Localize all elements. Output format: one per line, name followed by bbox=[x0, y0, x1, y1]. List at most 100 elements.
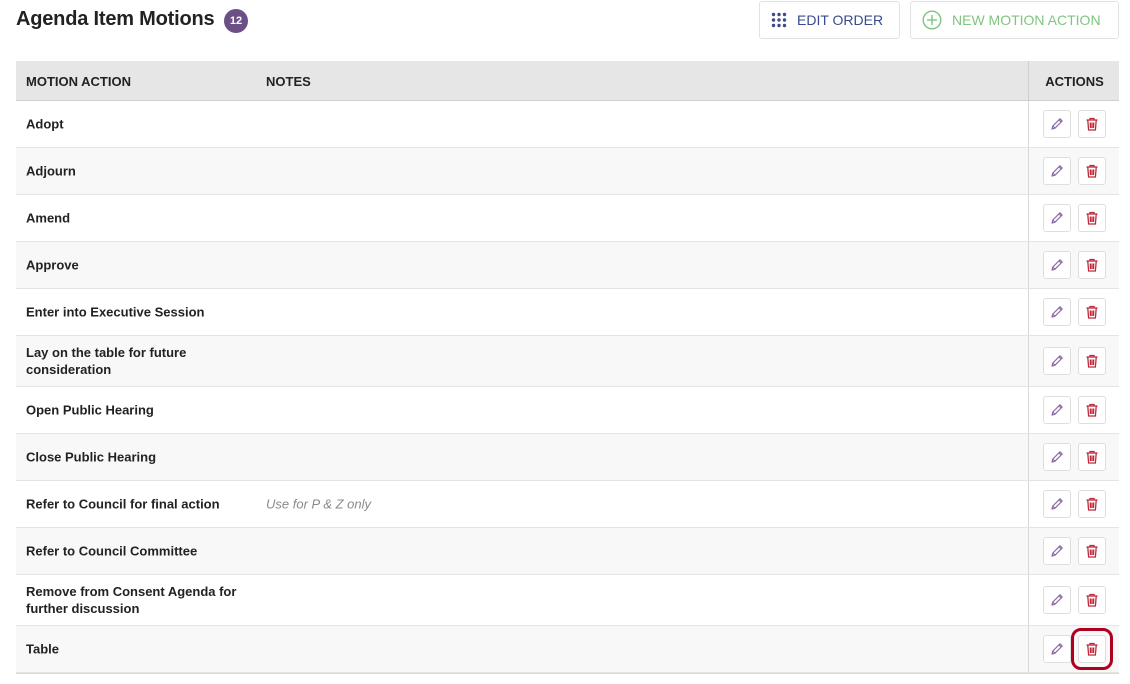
table-row: Lay on the table for future consideratio… bbox=[16, 336, 1119, 387]
motion-action-cell: Open Public Hearing bbox=[26, 402, 154, 418]
edit-button[interactable] bbox=[1043, 157, 1071, 185]
row-actions bbox=[1028, 528, 1120, 574]
plus-circle-icon bbox=[922, 10, 942, 30]
trash-icon bbox=[1084, 641, 1100, 657]
row-actions bbox=[1028, 481, 1120, 527]
delete-button[interactable] bbox=[1078, 204, 1106, 232]
grid-dots-icon bbox=[771, 12, 787, 28]
table-row: Refer to Council for final action Use fo… bbox=[16, 481, 1119, 528]
edit-button[interactable] bbox=[1043, 490, 1071, 518]
pencil-icon bbox=[1049, 210, 1065, 226]
column-header-actions: ACTIONS bbox=[1028, 61, 1120, 101]
motion-action-cell: Adopt bbox=[26, 116, 64, 132]
trash-icon bbox=[1084, 402, 1100, 418]
edit-button[interactable] bbox=[1043, 635, 1071, 663]
row-actions bbox=[1028, 101, 1120, 147]
trash-icon bbox=[1084, 116, 1100, 132]
pencil-icon bbox=[1049, 449, 1065, 465]
new-motion-action-label: NEW MOTION ACTION bbox=[952, 12, 1101, 28]
delete-button[interactable] bbox=[1078, 537, 1106, 565]
edit-button[interactable] bbox=[1043, 298, 1071, 326]
row-actions bbox=[1028, 434, 1120, 480]
pencil-icon bbox=[1049, 496, 1065, 512]
trash-icon bbox=[1084, 257, 1100, 273]
pencil-icon bbox=[1049, 641, 1065, 657]
pencil-icon bbox=[1049, 353, 1065, 369]
table-row: Remove from Consent Agenda for further d… bbox=[16, 575, 1119, 626]
edit-button[interactable] bbox=[1043, 586, 1071, 614]
motion-action-cell: Close Public Hearing bbox=[26, 449, 157, 465]
delete-button[interactable] bbox=[1078, 251, 1106, 279]
edit-button[interactable] bbox=[1043, 537, 1071, 565]
trash-icon bbox=[1084, 210, 1100, 226]
motion-action-cell: Lay on the table for future consideratio… bbox=[26, 345, 187, 377]
motion-action-cell: Adjourn bbox=[26, 163, 76, 179]
edit-button[interactable] bbox=[1043, 251, 1071, 279]
pencil-icon bbox=[1049, 163, 1065, 179]
new-motion-action-button[interactable]: NEW MOTION ACTION bbox=[910, 1, 1119, 39]
delete-button[interactable] bbox=[1078, 586, 1106, 614]
delete-button[interactable] bbox=[1078, 298, 1106, 326]
trash-icon bbox=[1084, 163, 1100, 179]
row-actions bbox=[1028, 575, 1120, 625]
table-body: Adopt Adjourn Amend Approve Enter into E… bbox=[16, 101, 1119, 673]
row-actions bbox=[1028, 626, 1120, 672]
edit-order-button[interactable]: EDIT ORDER bbox=[759, 1, 900, 39]
motion-action-cell: Refer to Council Committee bbox=[26, 543, 198, 559]
table-row: Open Public Hearing bbox=[16, 387, 1119, 434]
trash-icon bbox=[1084, 353, 1100, 369]
pencil-icon bbox=[1049, 116, 1065, 132]
motion-action-cell: Remove from Consent Agenda for further d… bbox=[26, 584, 237, 616]
row-actions bbox=[1028, 195, 1120, 241]
edit-button[interactable] bbox=[1043, 204, 1071, 232]
pencil-icon bbox=[1049, 592, 1065, 608]
edit-button[interactable] bbox=[1043, 347, 1071, 375]
trash-icon bbox=[1084, 592, 1100, 608]
motion-action-cell: Table bbox=[26, 641, 59, 657]
motion-action-cell: Enter into Executive Session bbox=[26, 304, 205, 320]
pencil-icon bbox=[1049, 543, 1065, 559]
table-row: Amend bbox=[16, 195, 1119, 242]
edit-button[interactable] bbox=[1043, 443, 1071, 471]
delete-button[interactable] bbox=[1078, 157, 1106, 185]
trash-icon bbox=[1084, 496, 1100, 512]
table-row: Adopt bbox=[16, 101, 1119, 148]
notes-cell: Use for P & Z only bbox=[266, 496, 371, 512]
delete-button[interactable] bbox=[1078, 347, 1106, 375]
trash-icon bbox=[1084, 449, 1100, 465]
page-header: Agenda Item Motions 12 EDIT ORDER NEW MO… bbox=[16, 0, 1119, 42]
delete-button[interactable] bbox=[1078, 443, 1106, 471]
delete-button[interactable] bbox=[1078, 490, 1106, 518]
row-actions bbox=[1028, 387, 1120, 433]
delete-button[interactable] bbox=[1078, 396, 1106, 424]
table-row: Refer to Council Committee bbox=[16, 528, 1119, 575]
motion-action-cell: Refer to Council for final action bbox=[26, 496, 220, 512]
motion-action-cell: Approve bbox=[26, 257, 79, 273]
table-row: Enter into Executive Session bbox=[16, 289, 1119, 336]
edit-button[interactable] bbox=[1043, 396, 1071, 424]
row-actions bbox=[1028, 289, 1120, 335]
row-actions bbox=[1028, 148, 1120, 194]
pencil-icon bbox=[1049, 402, 1065, 418]
table-header: MOTION ACTION NOTES ACTIONS bbox=[16, 61, 1119, 101]
motions-table: MOTION ACTION NOTES ACTIONS Adopt Adjour… bbox=[16, 61, 1119, 674]
trash-icon bbox=[1084, 304, 1100, 320]
delete-button[interactable] bbox=[1078, 110, 1106, 138]
table-row: Close Public Hearing bbox=[16, 434, 1119, 481]
delete-button[interactable] bbox=[1071, 628, 1113, 670]
trash-icon bbox=[1084, 543, 1100, 559]
table-row: Adjourn bbox=[16, 148, 1119, 195]
column-header-motion-action: MOTION ACTION bbox=[26, 74, 131, 89]
table-row: Approve bbox=[16, 242, 1119, 289]
edit-order-label: EDIT ORDER bbox=[797, 12, 884, 28]
motion-action-cell: Amend bbox=[26, 210, 71, 226]
row-actions bbox=[1028, 336, 1120, 386]
table-row: Table bbox=[16, 626, 1119, 673]
pencil-icon bbox=[1049, 304, 1065, 320]
edit-button[interactable] bbox=[1043, 110, 1071, 138]
pencil-icon bbox=[1049, 257, 1065, 273]
row-actions bbox=[1028, 242, 1120, 288]
count-badge: 12 bbox=[224, 9, 248, 33]
page-title: Agenda Item Motions bbox=[16, 8, 215, 30]
column-header-notes: NOTES bbox=[266, 74, 311, 89]
